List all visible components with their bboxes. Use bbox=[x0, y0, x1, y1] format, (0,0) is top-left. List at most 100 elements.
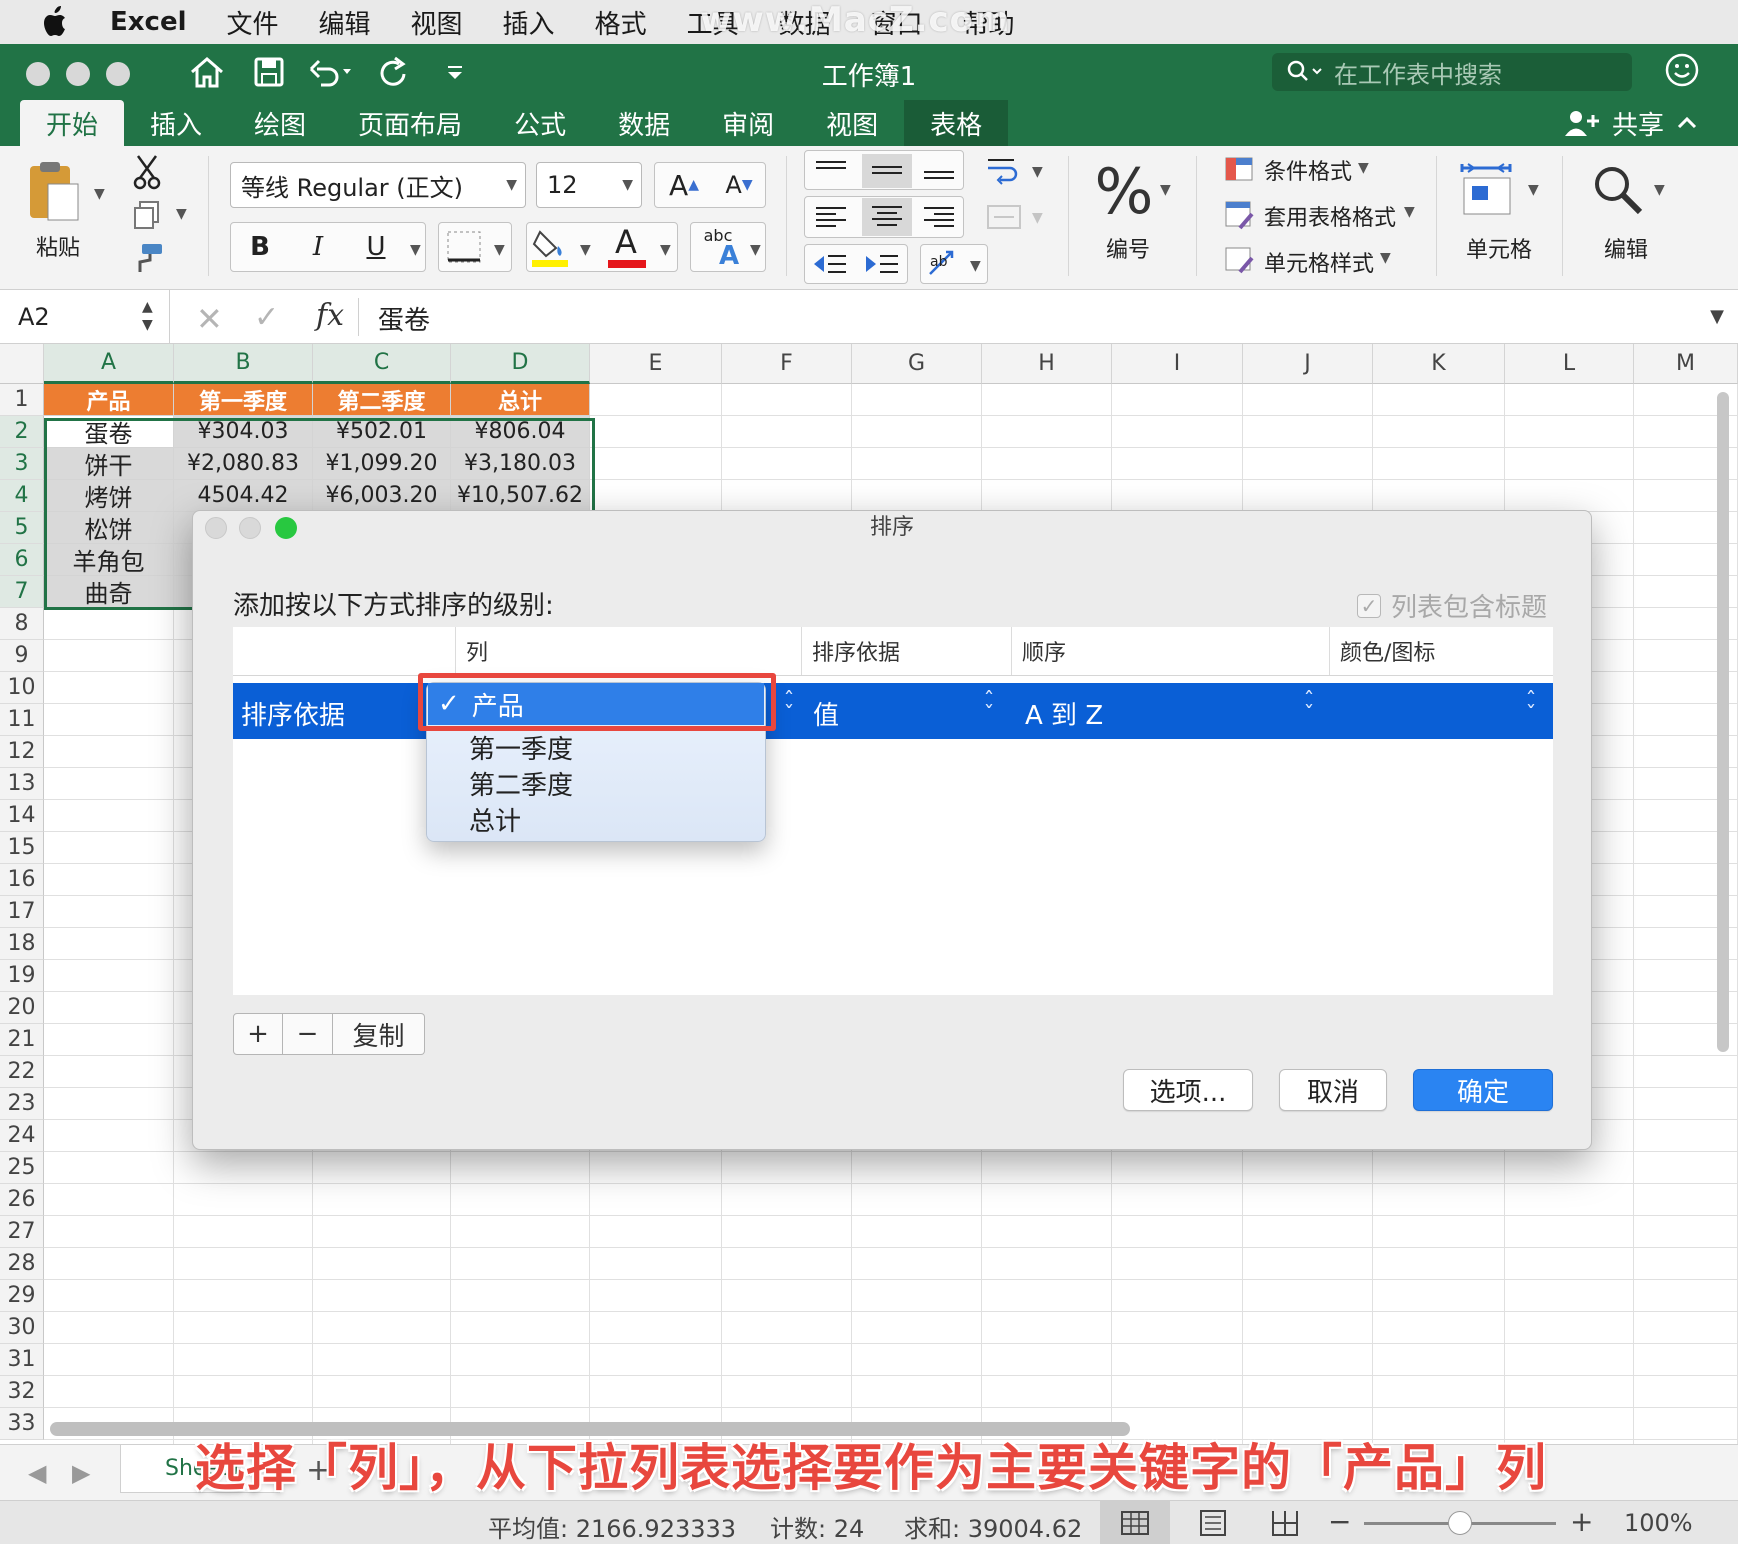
sort-on-stepper-icon[interactable]: ˆˇ bbox=[981, 691, 997, 727]
borders-dropdown-arrow[interactable]: ▼ bbox=[494, 242, 505, 258]
row-header-3[interactable]: 3 bbox=[0, 448, 44, 480]
underline-dropdown-arrow[interactable]: ▼ bbox=[410, 242, 421, 258]
align-middle-icon[interactable] bbox=[862, 154, 912, 188]
column-header-h[interactable]: H bbox=[982, 344, 1112, 384]
merge-dropdown-arrow[interactable]: ▼ bbox=[1032, 210, 1043, 226]
color-icon-stepper-icon[interactable]: ˆˇ bbox=[1523, 691, 1539, 727]
cancel-button[interactable]: 取消 bbox=[1279, 1069, 1387, 1111]
align-left-icon[interactable] bbox=[812, 202, 850, 232]
row-header-2[interactable]: 2 bbox=[0, 416, 44, 448]
share-button[interactable]: 共享 bbox=[1564, 100, 1698, 146]
sort-on-select[interactable]: 值 bbox=[813, 695, 839, 732]
align-bottom-icon[interactable] bbox=[920, 156, 958, 184]
wrap-text-icon[interactable] bbox=[984, 154, 1024, 188]
fill-color-dropdown-arrow[interactable]: ▼ bbox=[580, 242, 591, 258]
row-header-25[interactable]: 25 bbox=[0, 1152, 44, 1184]
tab-data[interactable]: 数据 bbox=[592, 100, 696, 146]
home-icon[interactable] bbox=[185, 52, 229, 92]
decrease-indent-icon[interactable] bbox=[810, 250, 850, 278]
cell-styles-label[interactable]: 单元格样式 bbox=[1264, 246, 1374, 278]
column-header-k[interactable]: K bbox=[1373, 344, 1505, 384]
column-header-i[interactable]: I bbox=[1112, 344, 1243, 384]
font-color-icon[interactable]: A bbox=[606, 223, 646, 261]
row-header-33[interactable]: 33 bbox=[0, 1408, 44, 1440]
value-cell[interactable]: ¥502.01 bbox=[313, 416, 451, 448]
save-icon[interactable] bbox=[247, 52, 291, 92]
menu-insert[interactable]: 插入 bbox=[503, 4, 555, 41]
insert-function-icon[interactable]: fx bbox=[316, 298, 344, 333]
wrap-text-dropdown-arrow[interactable]: ▼ bbox=[1032, 164, 1043, 180]
row-header-1[interactable]: 1 bbox=[0, 384, 44, 416]
find-magnifier-icon[interactable] bbox=[1590, 162, 1646, 218]
column-header-g[interactable]: G bbox=[852, 344, 982, 384]
sheet-search-input[interactable]: 在工作表中搜索 bbox=[1272, 53, 1632, 91]
apple-logo-icon[interactable] bbox=[40, 5, 70, 39]
row-header-5[interactable]: 5 bbox=[0, 512, 44, 544]
ok-button[interactable]: 确定 bbox=[1413, 1069, 1553, 1111]
cell-styles-icon[interactable] bbox=[1224, 244, 1254, 274]
page-layout-view-icon[interactable] bbox=[1188, 1501, 1238, 1544]
value-cell[interactable]: ¥806.04 bbox=[451, 416, 590, 448]
font-size-select[interactable]: 12 ▼ bbox=[536, 162, 642, 208]
menu-edit[interactable]: 编辑 bbox=[319, 4, 371, 41]
undo-icon[interactable] bbox=[309, 52, 353, 92]
value-cell[interactable]: ¥2,080.83 bbox=[174, 448, 313, 480]
dialog-close-button[interactable] bbox=[205, 517, 227, 539]
collapse-ribbon-icon[interactable] bbox=[1676, 112, 1698, 134]
row-header-9[interactable]: 9 bbox=[0, 640, 44, 672]
zoom-in-icon[interactable]: + bbox=[1570, 1505, 1593, 1538]
cells-dropdown-arrow[interactable]: ▼ bbox=[1528, 182, 1539, 198]
menu-option-q2[interactable]: 第二季度 bbox=[469, 765, 573, 802]
value-cell[interactable]: 4504.42 bbox=[174, 480, 313, 512]
cancel-formula-icon[interactable]: ✕ bbox=[196, 300, 223, 338]
column-header-j[interactable]: J bbox=[1243, 344, 1373, 384]
row-header-28[interactable]: 28 bbox=[0, 1248, 44, 1280]
tab-home[interactable]: 开始 bbox=[20, 100, 125, 146]
orientation-dropdown-arrow[interactable]: ▼ bbox=[970, 258, 981, 274]
row-header-17[interactable]: 17 bbox=[0, 896, 44, 928]
value-cell[interactable]: ¥3,180.03 bbox=[451, 448, 590, 480]
row-header-21[interactable]: 21 bbox=[0, 1024, 44, 1056]
row-header-20[interactable]: 20 bbox=[0, 992, 44, 1024]
conditional-formatting-icon[interactable] bbox=[1224, 156, 1254, 182]
bold-button[interactable]: B bbox=[238, 228, 282, 266]
zoom-window-button[interactable] bbox=[106, 62, 130, 86]
cells-format-icon[interactable] bbox=[1458, 162, 1516, 218]
row-header-7[interactable]: 7 bbox=[0, 576, 44, 608]
row-header-31[interactable]: 31 bbox=[0, 1344, 44, 1376]
row-header-23[interactable]: 23 bbox=[0, 1088, 44, 1120]
product-cell[interactable]: 羊角包 bbox=[44, 544, 174, 576]
tab-page-layout[interactable]: 页面布局 bbox=[332, 100, 488, 146]
previous-sheet-icon[interactable]: ◀ bbox=[28, 1459, 46, 1487]
options-button[interactable]: 选项... bbox=[1123, 1069, 1253, 1111]
remove-level-button[interactable]: − bbox=[283, 1013, 333, 1055]
column-header-a[interactable]: A bbox=[44, 344, 174, 384]
row-header-14[interactable]: 14 bbox=[0, 800, 44, 832]
column-stepper-icon[interactable]: ˆˇ bbox=[781, 691, 797, 727]
menu-option-total[interactable]: 总计 bbox=[469, 801, 521, 838]
zoom-slider-thumb[interactable] bbox=[1448, 1511, 1472, 1535]
menu-format[interactable]: 格式 bbox=[595, 4, 647, 41]
format-as-table-label[interactable]: 套用表格格式 bbox=[1264, 200, 1396, 232]
menu-option-q1[interactable]: 第一季度 bbox=[469, 729, 573, 766]
column-header-m[interactable]: M bbox=[1634, 344, 1738, 384]
phonetic-guide-icon[interactable]: A bbox=[716, 241, 742, 271]
product-cell[interactable]: 松饼 bbox=[44, 512, 174, 544]
row-header-4[interactable]: 4 bbox=[0, 480, 44, 512]
increase-indent-icon[interactable] bbox=[862, 250, 902, 278]
fill-color-bucket-icon[interactable] bbox=[530, 226, 570, 268]
next-sheet-icon[interactable]: ▶ bbox=[72, 1459, 90, 1487]
order-select[interactable]: A 到 Z bbox=[1025, 695, 1103, 732]
page-break-view-icon[interactable] bbox=[1260, 1501, 1310, 1544]
format-as-table-icon[interactable] bbox=[1224, 200, 1254, 230]
row-header-11[interactable]: 11 bbox=[0, 704, 44, 736]
decrease-font-size-icon[interactable]: A ▼ bbox=[716, 168, 762, 202]
underline-button[interactable]: U bbox=[354, 228, 398, 266]
menu-file[interactable]: 文件 bbox=[227, 4, 279, 41]
value-cell[interactable]: ¥6,003.20 bbox=[313, 480, 451, 512]
font-color-dropdown-arrow[interactable]: ▼ bbox=[660, 242, 671, 258]
row-header-16[interactable]: 16 bbox=[0, 864, 44, 896]
number-format-dropdown-arrow[interactable]: ▼ bbox=[1160, 182, 1171, 198]
row-header-18[interactable]: 18 bbox=[0, 928, 44, 960]
column-header-d[interactable]: D bbox=[451, 344, 590, 384]
